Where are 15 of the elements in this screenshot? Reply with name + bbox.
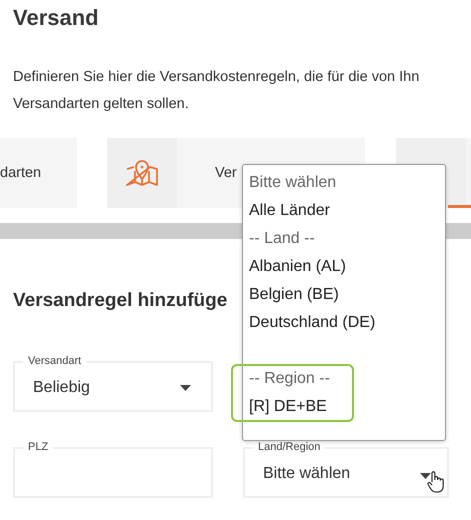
caret-icon [420,473,431,479]
dropdown-option: -- Region -- [243,365,445,393]
caret-icon [180,385,191,391]
dropdown-option: -- Land -- [243,225,445,253]
description-text: Definieren Sie hier die Versandkostenregeln, die für die von Ihn Versandarten gelten sollen. [13,68,420,114]
tab[interactable]: darten [0,138,77,208]
page-title: Versand [12,4,100,32]
dropdown-option[interactable]: Belgien (BE) [243,281,445,309]
dropdown-option[interactable]: [R] DE+BE [243,393,445,421]
map-pin-icon [125,159,159,187]
tab-label: darten [0,165,42,181]
tab-label: Ver [215,165,237,181]
dropdown-option[interactable]: Albanien (AL) [243,253,445,281]
section-title: Versandregel hinzufüge [13,289,228,313]
dropdown-option[interactable]: Deutschland (DE) [243,309,445,337]
